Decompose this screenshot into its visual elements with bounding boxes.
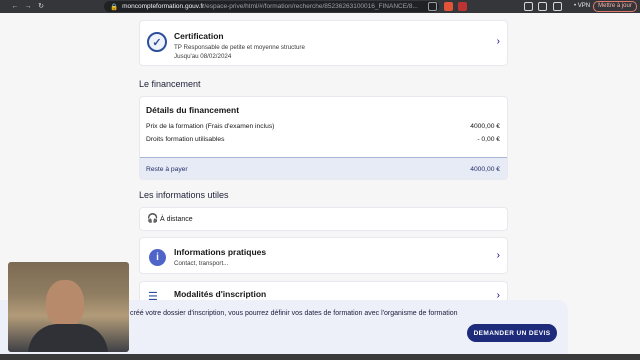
bottom-bar bbox=[0, 354, 640, 360]
reste-a-payer-row: Reste à payer 4000,00 € bbox=[140, 157, 507, 179]
webcam-person bbox=[46, 280, 84, 328]
reload-icon[interactable]: ↻ bbox=[36, 1, 46, 11]
demander-devis-button[interactable]: DEMANDER UN DEVIS bbox=[467, 324, 557, 342]
share-icon[interactable] bbox=[428, 2, 437, 11]
row-value: 4000,00 € bbox=[470, 123, 500, 130]
info-icon: i bbox=[149, 249, 166, 266]
certification-name: TP Responsable de petite et moyenne stru… bbox=[174, 44, 305, 51]
financement-details-title: Détails du financement bbox=[146, 105, 240, 115]
extension-icon[interactable] bbox=[458, 2, 467, 11]
mode-label: À distance bbox=[160, 216, 193, 223]
certification-card[interactable]: ✓ Certification TP Responsable de petite… bbox=[139, 20, 508, 66]
pratiques-subtitle: Contact, transport... bbox=[174, 260, 229, 267]
informations-pratiques-card[interactable]: i Informations pratiques Contact, transp… bbox=[139, 237, 508, 274]
chevron-right-icon: › bbox=[496, 250, 500, 261]
puzzle-icon[interactable] bbox=[524, 2, 533, 11]
vpn-button[interactable]: • VPN bbox=[571, 2, 593, 11]
chevron-right-icon: › bbox=[496, 36, 500, 47]
row-label: Droits formation utilisables bbox=[146, 136, 225, 143]
forward-icon[interactable]: → bbox=[23, 1, 33, 11]
certification-check-icon: ✓ bbox=[147, 32, 167, 52]
financement-row: Droits formation utilisables - 0,00 € bbox=[146, 136, 500, 143]
webcam-overlay bbox=[8, 262, 129, 352]
pratiques-title: Informations pratiques bbox=[174, 247, 267, 257]
financement-section-title: Le financement bbox=[139, 79, 201, 89]
wallet-icon[interactable] bbox=[553, 2, 562, 11]
certification-validity: Jusqu'au 08/02/2024 bbox=[174, 52, 232, 60]
banner-text: créé votre dossier d'inscription, vous p… bbox=[130, 310, 458, 317]
reste-value: 4000,00 € bbox=[470, 166, 500, 173]
financement-card: Détails du financement Prix de la format… bbox=[139, 96, 508, 180]
webcam-shirt bbox=[28, 324, 108, 352]
url-host: moncompteformation.gouv.fr bbox=[122, 3, 205, 10]
address-bar[interactable]: 🔒 moncompteformation.gouv.fr /espace-pri… bbox=[104, 1, 439, 12]
infos-section-title: Les informations utiles bbox=[139, 190, 229, 200]
headphones-icon: 🎧 bbox=[147, 213, 159, 223]
browser-toolbar: ← → ↻ 🔒 moncompteformation.gouv.fr /espa… bbox=[0, 0, 640, 13]
url-path: /espace-prive/html/#/formation/recherche… bbox=[204, 3, 418, 10]
back-icon[interactable]: ← bbox=[10, 1, 20, 11]
financement-row: Prix de la formation (Frais d'examen inc… bbox=[146, 123, 500, 130]
certification-title: Certification bbox=[174, 31, 224, 41]
lock-icon: 🔒 bbox=[110, 3, 119, 11]
brave-shield-icon[interactable] bbox=[444, 2, 453, 11]
update-button[interactable]: Mettre à jour bbox=[593, 1, 637, 12]
row-label: Prix de la formation (Frais d'examen inc… bbox=[146, 123, 275, 130]
mode-card: 🎧 À distance bbox=[139, 207, 508, 231]
modalites-title: Modalités d'inscription bbox=[174, 289, 267, 299]
reste-label: Reste à payer bbox=[146, 166, 188, 173]
row-value: - 0,00 € bbox=[477, 136, 500, 143]
sidebar-icon[interactable] bbox=[538, 2, 547, 11]
